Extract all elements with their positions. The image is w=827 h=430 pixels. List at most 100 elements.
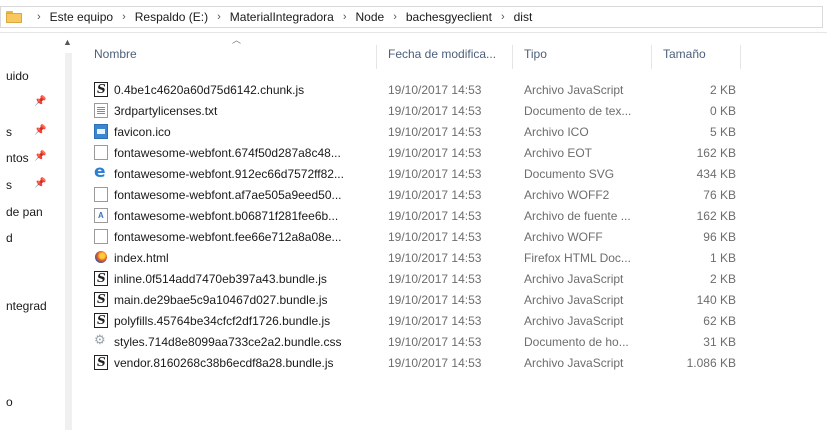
scroll-track[interactable] xyxy=(65,53,72,430)
column-header-name[interactable]: Nombre xyxy=(94,47,137,67)
file-name: 3rdpartylicenses.txt xyxy=(114,104,218,118)
file-type: Archivo JavaScript xyxy=(524,314,624,328)
file-name: fontawesome-webfont.b06871f281fee6b... xyxy=(114,209,339,223)
file-size: 162 KB xyxy=(696,146,736,160)
file-name: fontawesome-webfont.fee66e712a8a08e... xyxy=(114,230,342,244)
file-date: 19/10/2017 14:53 xyxy=(388,251,482,265)
file-row[interactable]: index.html 19/10/2017 14:53 Firefox HTML D… xyxy=(80,248,827,267)
column-header-date[interactable]: Fecha de modifica... xyxy=(388,47,496,67)
file-date: 19/10/2017 14:53 xyxy=(388,167,482,181)
file-size: 2 KB xyxy=(709,83,736,97)
address-box[interactable]: › Este equipo › Respaldo (E:) › Material… xyxy=(0,6,823,28)
nav-item-folder-d[interactable]: d xyxy=(6,231,13,245)
stylesheet-file-icon xyxy=(94,332,108,349)
blank-file-icon xyxy=(94,145,108,160)
column-header-type[interactable]: Tipo xyxy=(524,47,547,67)
sort-ascending-icon: ︿ xyxy=(232,35,242,45)
file-size: 2 KB xyxy=(709,272,736,286)
file-name: styles.714d8e8099aa733ce2a2.bundle.css xyxy=(114,335,342,349)
file-name: 0.4be1c4620a60d75d6142.chunk.js xyxy=(114,83,305,97)
file-size: 31 KB xyxy=(703,335,736,349)
nav-item-capturas-de-pantalla[interactable]: de pan xyxy=(6,205,43,219)
scroll-up-icon[interactable]: ▲ xyxy=(63,37,72,47)
breadcrumb-respaldo[interactable]: Respaldo (E:) xyxy=(135,10,208,24)
column-header-size[interactable]: Tamaño xyxy=(663,47,706,67)
javascript-file-icon xyxy=(94,355,108,370)
file-date: 19/10/2017 14:53 xyxy=(388,146,482,160)
file-type: Documento SVG xyxy=(524,167,615,181)
file-date: 19/10/2017 14:53 xyxy=(388,335,482,349)
file-date: 19/10/2017 14:53 xyxy=(388,209,482,223)
file-date: 19/10/2017 14:53 xyxy=(388,83,482,97)
nav-scrollbar[interactable]: ▲ xyxy=(60,33,76,430)
file-type: Archivo JavaScript xyxy=(524,272,624,286)
breadcrumb-dist[interactable]: dist xyxy=(514,10,533,24)
blank-file-icon xyxy=(94,229,108,244)
nav-item-documentos-2[interactable]: ntos xyxy=(6,151,29,165)
column-divider[interactable] xyxy=(740,45,741,69)
blank-file-icon xyxy=(94,187,108,202)
file-size: 5 KB xyxy=(709,125,736,139)
pin-icon[interactable]: 📌 xyxy=(34,96,46,107)
nav-item-imagenes[interactable]: s xyxy=(6,178,12,192)
file-name: fontawesome-webfont.674f50d287a8c48... xyxy=(114,146,341,160)
file-list: ︿ Nombre Fecha de modifica... Tipo Tamañ… xyxy=(80,33,827,430)
nav-item-folder-o[interactable]: o xyxy=(6,395,13,409)
nav-item-acceso-rapido[interactable]: uido xyxy=(6,69,29,83)
folder-icon xyxy=(6,11,22,23)
column-divider[interactable] xyxy=(512,45,513,69)
file-row[interactable]: fontawesome-webfont.fee66e712a8a08e... 19… xyxy=(80,227,827,246)
chevron-right-icon[interactable]: › xyxy=(37,11,41,23)
file-date: 19/10/2017 14:53 xyxy=(388,293,482,307)
pin-icon[interactable]: 📌 xyxy=(34,125,46,136)
javascript-file-icon xyxy=(94,82,108,97)
file-row[interactable]: fontawesome-webfont.674f50d287a8c48... 19… xyxy=(80,143,827,162)
column-divider[interactable] xyxy=(651,45,652,69)
pin-icon[interactable]: 📌 xyxy=(34,151,46,162)
file-size: 434 KB xyxy=(696,167,736,181)
file-row[interactable]: fontawesome-webfont.912ec66d7572ff82... 1… xyxy=(80,162,827,183)
file-type: Archivo WOFF2 xyxy=(524,188,610,202)
file-row[interactable]: vendor.8160268c38b6ecdf8a28.bundle.js 19/… xyxy=(80,353,827,372)
javascript-file-icon xyxy=(94,292,108,307)
file-size: 76 KB xyxy=(703,188,736,202)
file-row[interactable]: main.de29bae5c9a10467d027.bundle.js 19/10… xyxy=(80,290,827,309)
file-size: 0 KB xyxy=(709,104,736,118)
file-name: inline.0f514add7470eb397a43.bundle.js xyxy=(114,272,327,286)
column-divider[interactable] xyxy=(376,45,377,69)
pin-icon[interactable]: 📌 xyxy=(34,178,46,189)
file-name: vendor.8160268c38b6ecdf8a28.bundle.js xyxy=(114,356,334,370)
file-row[interactable]: 3rdpartylicenses.txt 19/10/2017 14:53 Docu… xyxy=(80,101,827,120)
chevron-right-icon[interactable]: › xyxy=(393,11,397,23)
breadcrumb-materialintegradora[interactable]: MaterialIntegradora xyxy=(230,10,334,24)
file-type: Archivo WOFF xyxy=(524,230,603,244)
internet-explorer-icon xyxy=(94,162,108,182)
file-name: fontawesome-webfont.af7ae505a9eed50... xyxy=(114,188,342,202)
file-type: Firefox HTML Doc... xyxy=(524,251,631,265)
file-row[interactable]: fontawesome-webfont.af7ae505a9eed50... 19… xyxy=(80,185,827,204)
chevron-right-icon[interactable]: › xyxy=(343,11,347,23)
file-row[interactable]: inline.0f514add7470eb397a43.bundle.js 19/… xyxy=(80,269,827,288)
chevron-right-icon[interactable]: › xyxy=(217,11,221,23)
file-row[interactable]: polyfills.45764be34cfcf2df1726.bundle.js… xyxy=(80,311,827,330)
file-date: 19/10/2017 14:53 xyxy=(388,314,482,328)
javascript-file-icon xyxy=(94,313,108,328)
firefox-icon xyxy=(94,250,108,265)
breadcrumb-bachesgyeclient[interactable]: bachesgyeclient xyxy=(406,10,492,24)
file-row[interactable]: fontawesome-webfont.b06871f281fee6b... 19… xyxy=(80,206,827,225)
file-row[interactable]: styles.714d8e8099aa733ce2a2.bundle.css 19… xyxy=(80,332,827,351)
breadcrumb-este-equipo[interactable]: Este equipo xyxy=(50,10,113,24)
breadcrumb-node[interactable]: Node xyxy=(356,10,385,24)
file-name: favicon.ico xyxy=(114,125,171,139)
file-name: main.de29bae5c9a10467d027.bundle.js xyxy=(114,293,328,307)
file-size: 62 KB xyxy=(703,314,736,328)
file-type: Archivo de fuente ... xyxy=(524,209,631,223)
file-date: 19/10/2017 14:53 xyxy=(388,188,482,202)
chevron-right-icon[interactable]: › xyxy=(501,11,505,23)
chevron-right-icon[interactable]: › xyxy=(122,11,126,23)
file-row[interactable]: 0.4be1c4620a60d75d6142.chunk.js 19/10/201… xyxy=(80,80,827,99)
file-row[interactable]: favicon.ico 19/10/2017 14:53 Archivo ICO 5 … xyxy=(80,122,827,141)
nav-item-documentos[interactable]: s xyxy=(6,125,12,139)
address-bar[interactable]: › Este equipo › Respaldo (E:) › Material… xyxy=(0,0,827,33)
nav-item-materialintegradora[interactable]: ntegrad xyxy=(6,299,47,313)
